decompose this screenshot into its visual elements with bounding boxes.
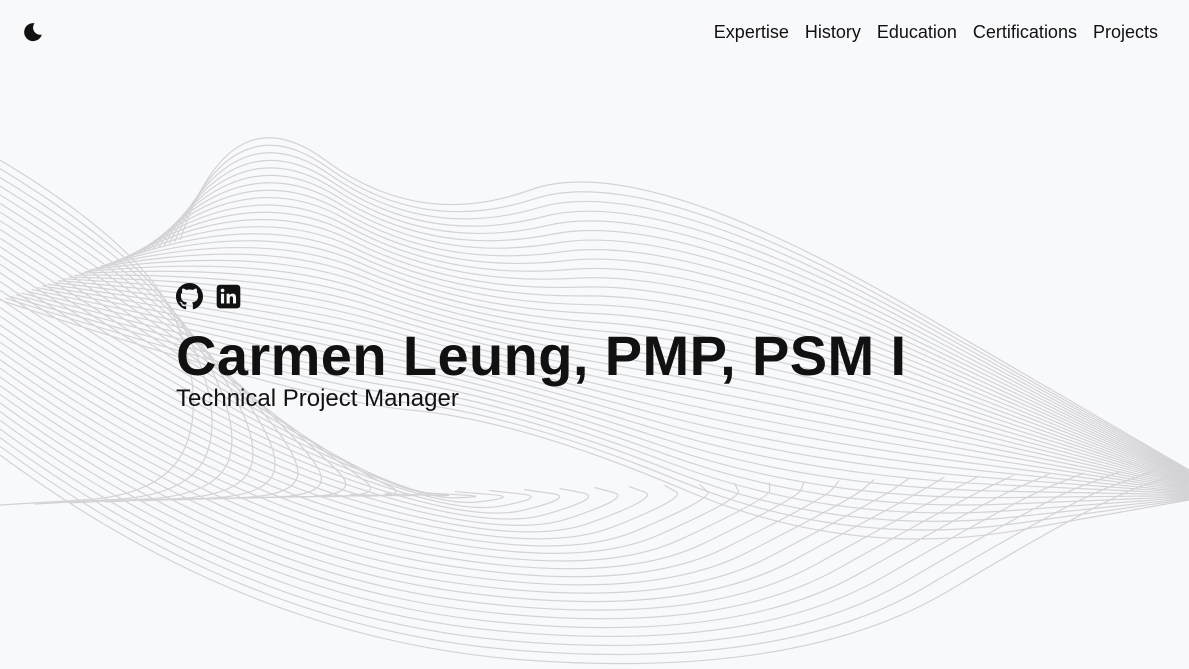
hero-section: Carmen Leung, PMP, PSM I Technical Proje… xyxy=(176,282,907,414)
nav-item-expertise[interactable]: Expertise xyxy=(714,19,789,45)
nav-item-certifications[interactable]: Certifications xyxy=(973,19,1077,45)
theme-toggle-button[interactable] xyxy=(22,21,44,43)
nav-item-education[interactable]: Education xyxy=(877,19,957,45)
hero-name: Carmen Leung, PMP, PSM I xyxy=(176,324,907,387)
linkedin-link[interactable] xyxy=(215,283,242,310)
wave-line xyxy=(0,437,1120,646)
nav-item-projects[interactable]: Projects xyxy=(1093,19,1158,45)
linkedin-icon xyxy=(216,284,241,308)
hero-job-title: Technical Project Manager xyxy=(176,385,459,412)
wave-line xyxy=(0,445,1155,656)
page: Expertise History Education Certificatio… xyxy=(0,0,1189,669)
wave-line xyxy=(0,419,1050,629)
crescent-moon-icon xyxy=(24,23,42,42)
wave-line xyxy=(0,159,195,506)
top-navigation: Expertise History Education Certificatio… xyxy=(714,19,1158,45)
wave-line xyxy=(0,454,1189,665)
wave-line xyxy=(0,385,910,594)
github-link[interactable] xyxy=(176,282,203,310)
wave-line xyxy=(0,393,945,603)
wave-line xyxy=(0,402,980,611)
wave-line xyxy=(0,428,1085,638)
github-icon xyxy=(176,282,203,309)
nav-item-history[interactable]: History xyxy=(805,19,861,45)
social-links xyxy=(176,282,907,310)
wave-line xyxy=(0,411,1015,620)
